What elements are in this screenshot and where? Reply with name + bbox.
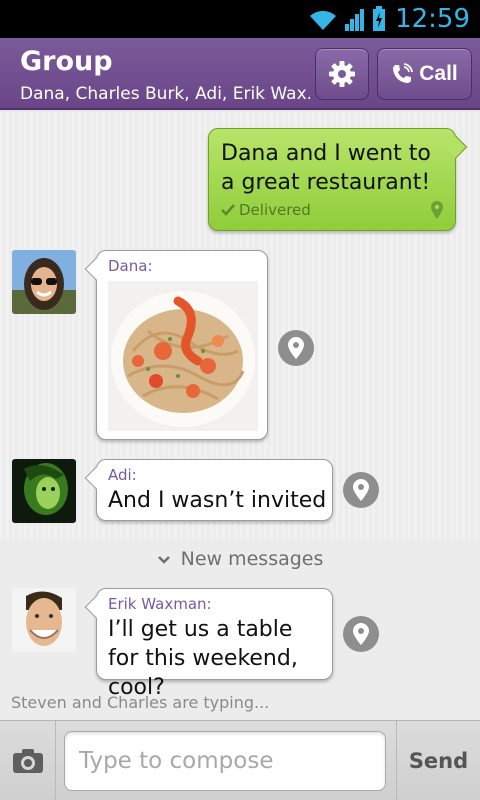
avatar[interactable] — [12, 588, 76, 652]
new-messages-divider: New messages — [0, 548, 480, 570]
sender-name: Dana: — [108, 257, 153, 275]
location-button[interactable] — [343, 472, 379, 508]
avatar[interactable] — [12, 250, 76, 314]
camera-button[interactable] — [0, 721, 56, 800]
compose-bar: Send — [0, 720, 480, 800]
bubble-tail — [84, 257, 108, 281]
photo-attachment[interactable] — [108, 281, 258, 431]
settings-button[interactable] — [315, 48, 369, 100]
call-button[interactable]: Call — [377, 48, 472, 100]
phone-icon — [393, 63, 414, 83]
typing-indicator: Steven and Charles are typing... — [11, 693, 270, 712]
avatar-image-erik — [12, 588, 76, 652]
gear-icon — [329, 61, 355, 87]
avatar-image-adi — [12, 459, 76, 523]
sender-name: Erik Waxman: — [108, 595, 212, 613]
battery-icon — [373, 6, 385, 31]
message-text: I’ll get us a table for this weekend, co… — [108, 617, 298, 700]
sender-name: Adi: — [108, 466, 137, 484]
compose-field[interactable] — [64, 731, 386, 791]
participants-list[interactable]: Dana, Charles Burk, Adi, Erik Wax... — [20, 84, 310, 104]
pasta-photo — [108, 281, 258, 431]
status-bar: 12:59 — [0, 0, 480, 38]
message-list[interactable]: Dana and I went to a great restaurant! D… — [0, 112, 480, 720]
bubble-tail — [84, 466, 108, 490]
chevron-down-icon — [157, 556, 170, 564]
message-text: Dana and I went to a great restaurant! — [221, 141, 431, 195]
delivery-status: Delivered — [221, 201, 311, 219]
incoming-message[interactable]: Adi: And I wasn’t invited — [84, 459, 333, 521]
clock: 12:59 — [395, 4, 470, 34]
outgoing-message[interactable]: Dana and I went to a great restaurant! D… — [208, 128, 468, 231]
signal-icon — [345, 9, 364, 31]
incoming-message[interactable]: Erik Waxman: I’ll get us a table for thi… — [84, 588, 333, 700]
new-messages-label: New messages — [180, 548, 324, 570]
status-icons — [308, 6, 386, 32]
conversation-header: Group Dana, Charles Burk, Adi, Erik Wax.… — [0, 38, 480, 110]
location-button[interactable] — [278, 330, 314, 366]
bubble-tail — [444, 135, 468, 159]
call-button-label: Call — [419, 62, 458, 85]
location-pin-icon — [353, 623, 369, 645]
checkmark-icon — [221, 204, 235, 216]
delivery-status-label: Delivered — [239, 201, 311, 219]
message-text: And I wasn’t invited — [108, 488, 327, 513]
location-pin-icon — [353, 479, 369, 501]
camera-icon — [12, 749, 43, 773]
location-button[interactable] — [343, 616, 379, 652]
page-title: Group — [20, 46, 113, 77]
avatar[interactable] — [12, 459, 76, 523]
location-pin-icon — [288, 337, 304, 359]
avatar-image-dana — [12, 250, 76, 314]
wifi-icon — [310, 10, 336, 30]
message-input[interactable] — [65, 732, 385, 790]
incoming-message[interactable]: Dana: — [84, 250, 268, 440]
send-button[interactable]: Send — [396, 721, 480, 800]
location-pin-icon[interactable] — [431, 201, 443, 219]
